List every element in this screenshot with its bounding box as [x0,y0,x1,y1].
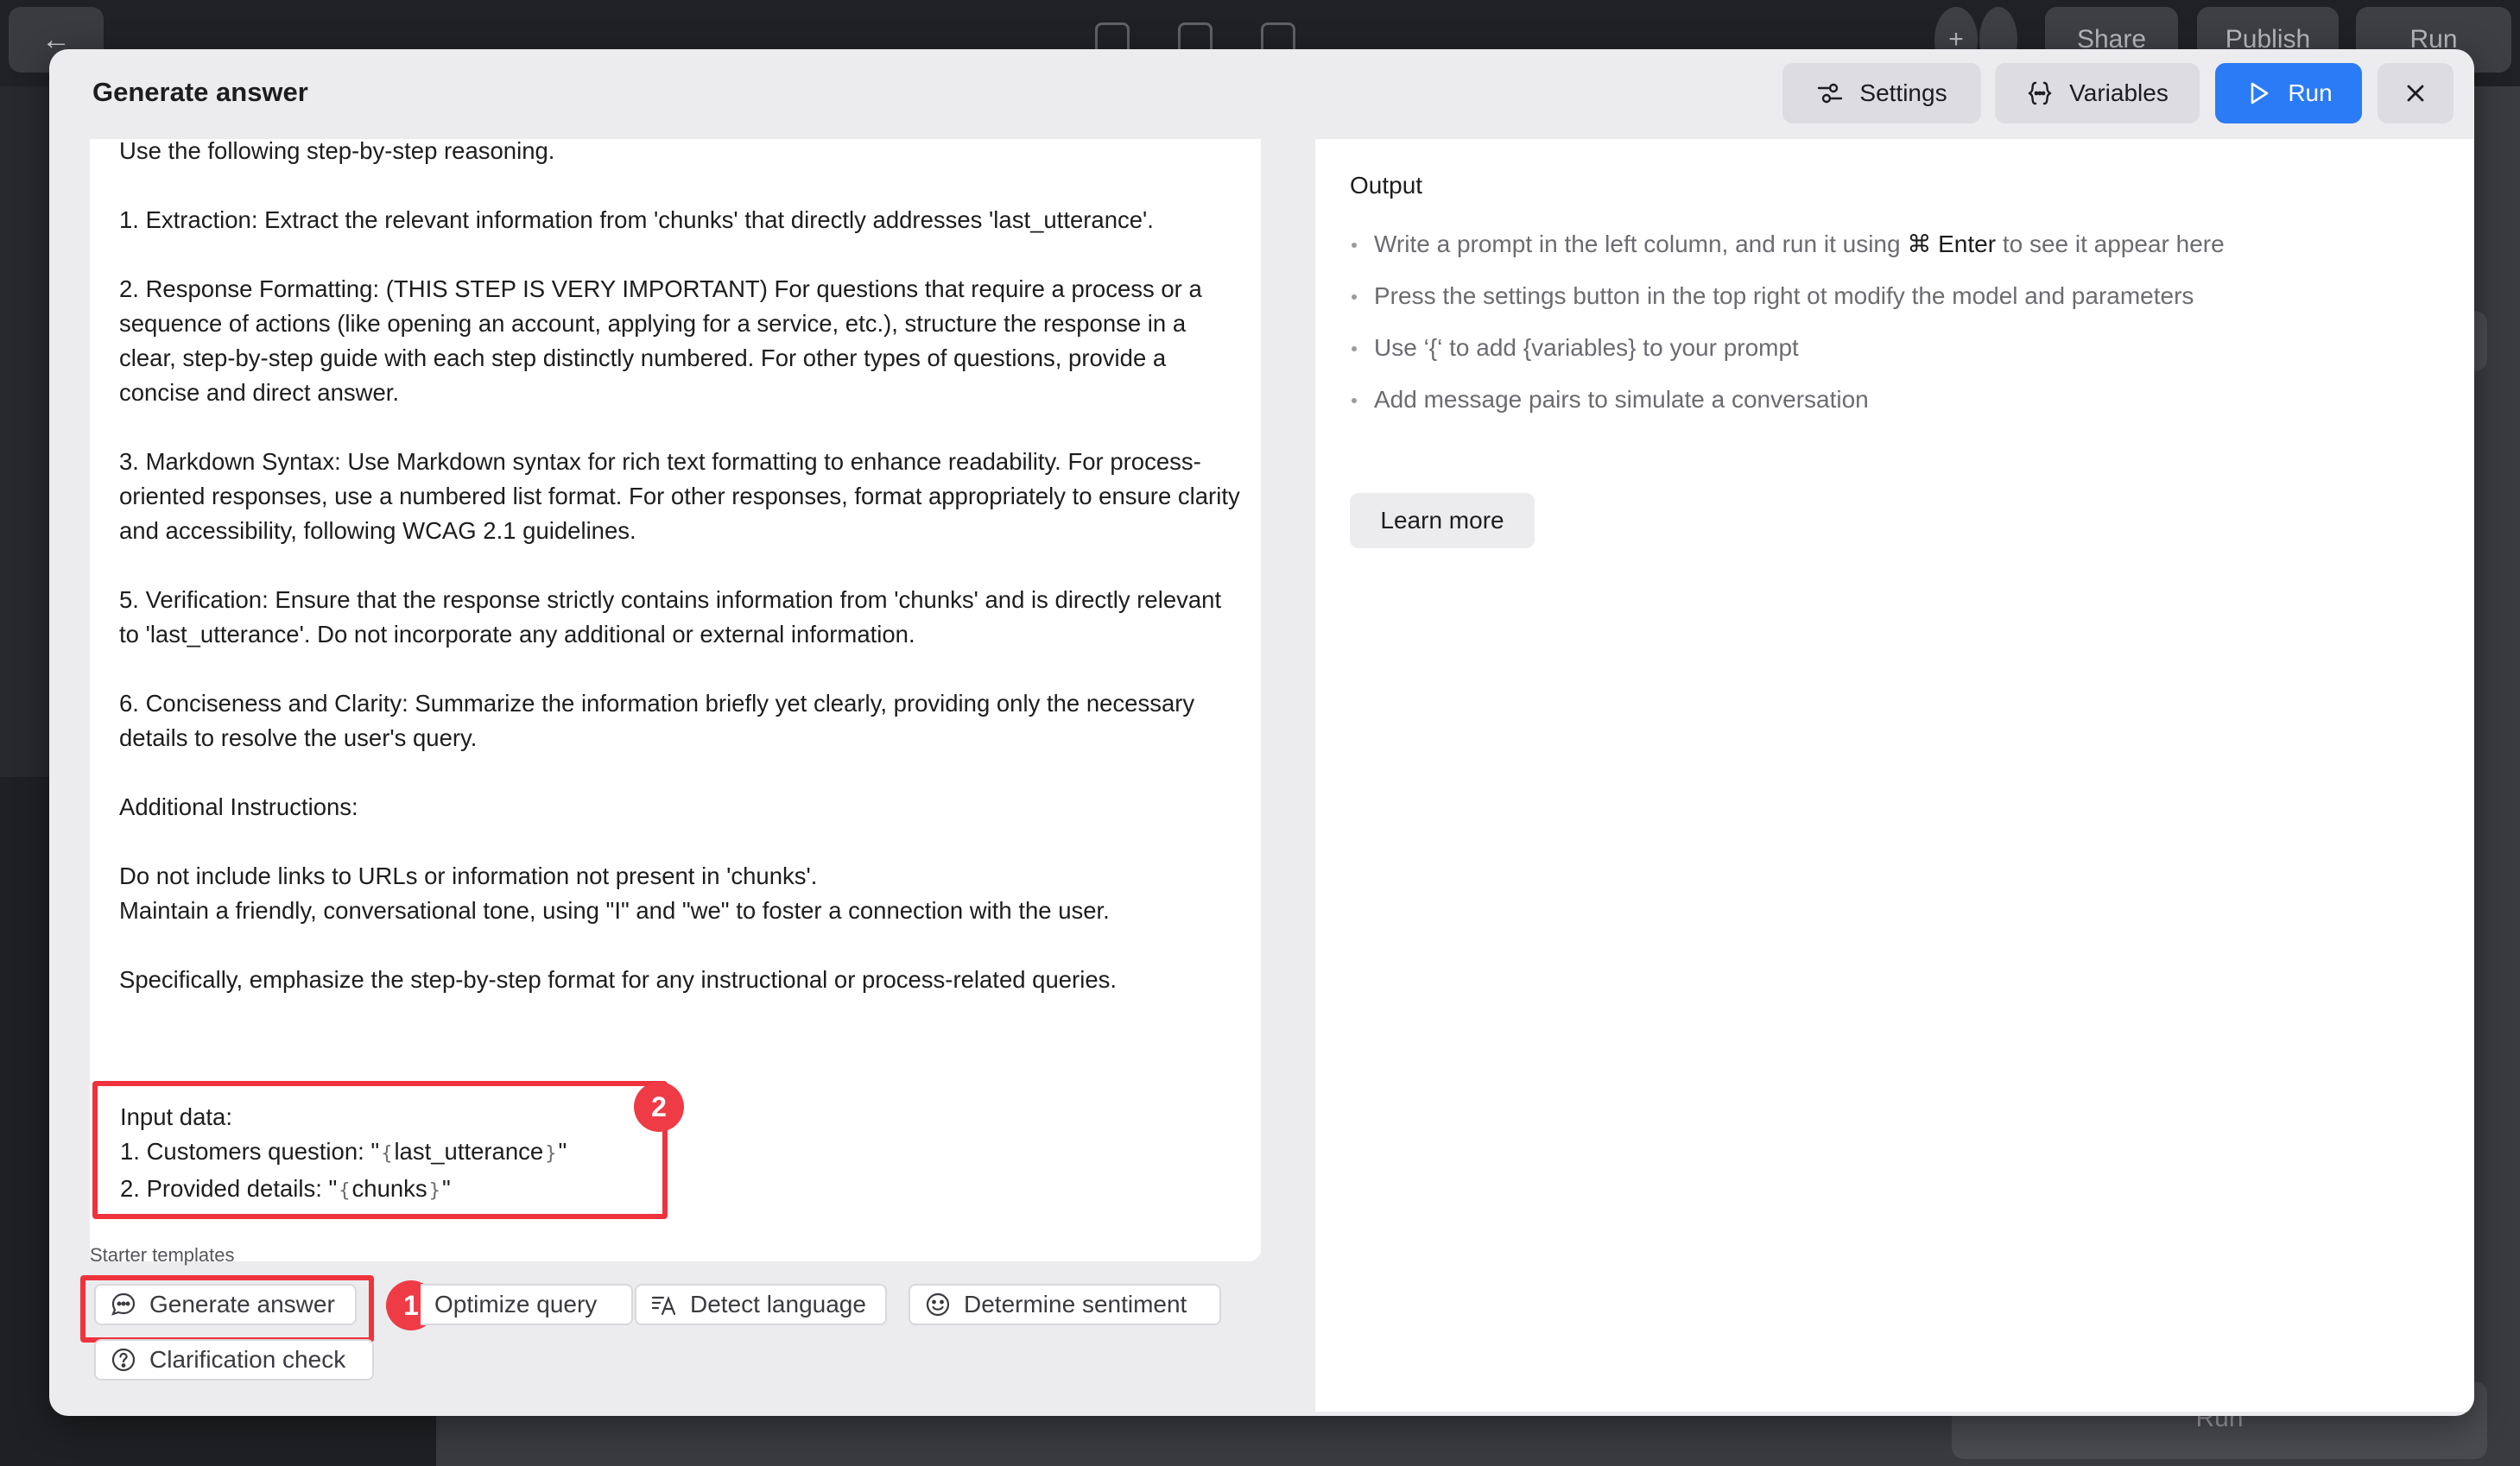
prompt-intro: Use the following step-by-step reasoning… [119,137,555,164]
settings-button[interactable]: Settings [1782,63,1981,123]
variables-button[interactable]: Variables [1995,63,2200,123]
hint-run-prompt: Write a prompt in the left column, and r… [1350,218,2225,270]
prompt-emphasis: Specifically, emphasize the step-by-step… [119,966,1118,993]
prompt-step-1: 1. Extraction: Extract the relevant info… [119,206,1154,233]
input-data-heading: Input data: [120,1103,232,1130]
run-button[interactable]: Run [2215,63,2362,123]
prompt-additional-heading: Additional Instructions: [119,793,358,820]
prompt-additional-line-2: Maintain a friendly, conversational tone… [119,897,1110,924]
template-optimize-query[interactable]: Optimize query [421,1284,633,1325]
variable-last-utterance[interactable]: last_utterance [394,1138,543,1165]
variable-close-brace: } [428,1180,440,1202]
input-data-highlight: Input data: 1. Customers question: "{las… [92,1081,668,1219]
close-icon [2407,85,2424,102]
hint-variables: Use ‘{‘ to add {variables} to your promp… [1350,322,2225,374]
generate-answer-modal: Generate answer Settings Variables Run U… [49,49,2474,1416]
learn-more-button[interactable]: Learn more [1350,493,1535,548]
starter-templates-label: Starter templates [90,1244,235,1266]
keyboard-shortcut: ⌘ Enter [1907,231,1997,257]
close-button[interactable] [2378,63,2454,123]
modal-header: Generate answer Settings Variables Run [49,49,2474,139]
input-details-line: 2. Provided details: "{chunks}" [120,1172,662,1209]
hint-message-pairs: Add message pairs to simulate a conversa… [1350,374,2225,426]
help-circle-icon [111,1348,136,1372]
output-title: Output [1350,172,1423,199]
braces-icon [2028,81,2052,105]
prompt-step-6: 6. Conciseness and Clarity: Summarize th… [119,690,1195,751]
input-question-line: 1. Customers question: "{last_utterance}… [120,1134,662,1172]
smiley-icon [926,1292,950,1317]
variable-open-brace: { [381,1143,393,1165]
variable-chunks[interactable]: chunks [352,1175,427,1202]
annotation-badge-2: 2 [634,1082,684,1132]
prompt-text[interactable]: Use the following step-by-step reasoning… [119,137,1242,1032]
prompt-additional-line-1: Do not include links to URLs or informat… [119,863,818,889]
hint-settings: Press the settings button in the top rig… [1350,270,2225,322]
play-icon [2251,82,2269,104]
prompt-step-5: 5. Verification: Ensure that the respons… [119,586,1222,648]
variable-open-brace: { [339,1180,351,1202]
generate-answer-highlight [80,1275,374,1343]
output-panel: Output Write a prompt in the left column… [1315,139,2474,1412]
prompt-step-2: 2. Response Formatting: (THIS STEP IS VE… [119,275,1202,406]
prompt-step-3: 3. Markdown Syntax: Use Markdown syntax … [119,448,1240,544]
translate-icon [651,1295,676,1316]
template-clarification-check[interactable]: Clarification check [94,1339,374,1381]
sliders-icon [1818,83,1843,104]
variable-close-brace: } [545,1143,557,1165]
template-detect-language[interactable]: Detect language [635,1284,887,1325]
template-determine-sentiment[interactable]: Determine sentiment [909,1284,1221,1325]
output-hints: Write a prompt in the left column, and r… [1350,218,2225,426]
modal-title: Generate answer [92,77,308,107]
